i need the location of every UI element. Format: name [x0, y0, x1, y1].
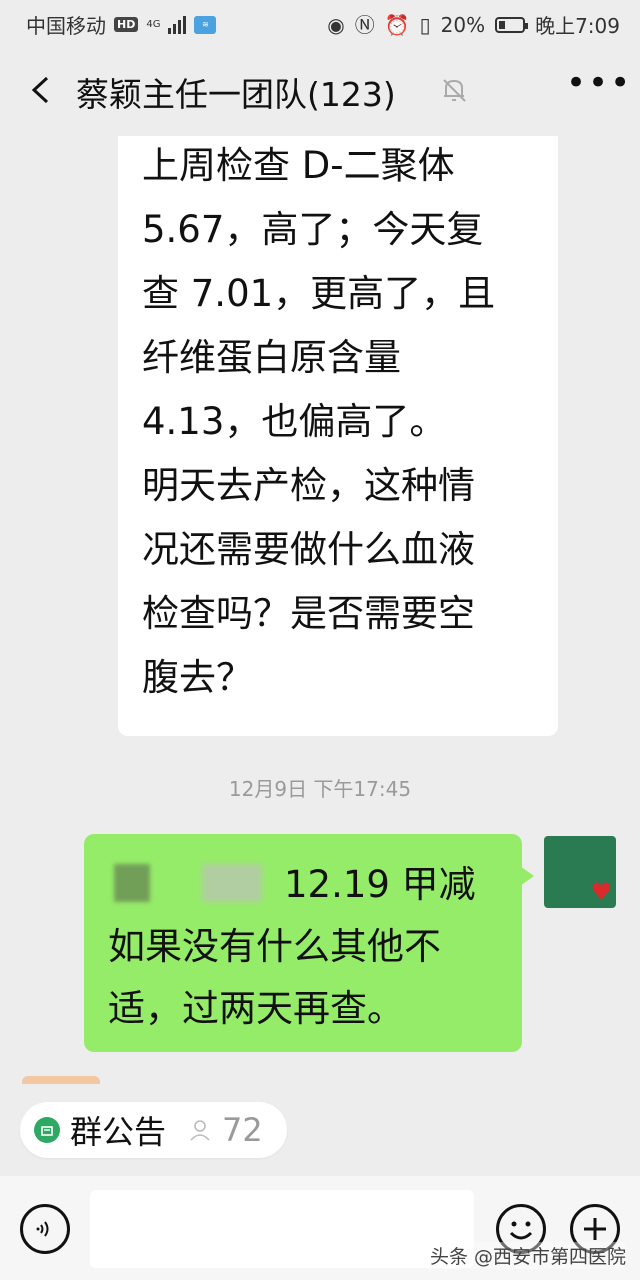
people-icon [190, 1120, 210, 1141]
message-text: 上周检查 D-二聚体 5.67，高了；今天复 查 7.01，更高了，且 纤维蛋白… [142, 144, 496, 699]
message-input[interactable] [90, 1190, 474, 1268]
announcement-icon [34, 1117, 60, 1143]
message-text: 12.19 甲减 如果没有什么其他不 适，过两天再查。 [108, 854, 508, 1040]
avatar-peek [22, 1076, 100, 1084]
message-bubble-outgoing[interactable]: 12.19 甲减 如果没有什么其他不 适，过两天再查。 [84, 834, 534, 1052]
announcement-count: 72 [222, 1111, 263, 1149]
back-button[interactable] [22, 70, 62, 110]
more-dots-icon: ••• [566, 63, 633, 103]
hd-badge: HD [114, 17, 139, 32]
network-badge: 4G [146, 18, 161, 30]
voice-icon [36, 1221, 49, 1237]
message-text-content: 12.19 甲减 如果没有什么其他不 适，过两天再查。 [108, 863, 476, 1030]
chevron-left-icon [31, 76, 49, 104]
clock-time: 晚上7:09 [535, 14, 620, 38]
group-announcement-chip[interactable]: 群公告 72 [20, 1102, 287, 1158]
vibrate-icon: ▯ [419, 12, 431, 37]
wifi-icon: ≋ [194, 15, 217, 34]
announcement-label: 群公告 [70, 1113, 167, 1151]
status-bar: 中国移动 HD 4G ≋ ◉ Ⓝ ⏰ ▯ 20% 晚上7:09 [0, 0, 640, 44]
battery-percent: 20% [440, 12, 486, 37]
avatar[interactable]: ♥ [544, 836, 616, 908]
mute-bell-icon [443, 79, 466, 102]
source-watermark: 头条 @西安市第四医院 [429, 1242, 626, 1269]
chat-area[interactable]: 上周检查 D-二聚体 5.67，高了；今天复 查 7.01，更高了，且 纤维蛋白… [0, 136, 640, 1084]
more-options-button[interactable]: ••• [566, 66, 630, 110]
nfc-icon: Ⓝ [354, 12, 375, 37]
voice-input-button[interactable] [20, 1204, 70, 1254]
battery-icon [495, 16, 529, 33]
heart-badge-icon: ♥ [590, 878, 612, 906]
message-bubble-incoming[interactable]: 上周检查 D-二聚体 5.67，高了；今天复 查 7.01，更高了，且 纤维蛋白… [118, 136, 558, 736]
chat-title: 蔡颖主任一团队(123) [76, 75, 396, 114]
message-timestamp: 12月9日 下午17:45 [228, 777, 412, 801]
alarm-icon: ⏰ [384, 12, 410, 37]
eye-icon: ◉ [327, 12, 345, 37]
carrier-label: 中国移动 [26, 14, 106, 38]
signal-icon [168, 15, 187, 34]
title-bar: 蔡颖主任一团队(123) ••• [0, 44, 640, 136]
